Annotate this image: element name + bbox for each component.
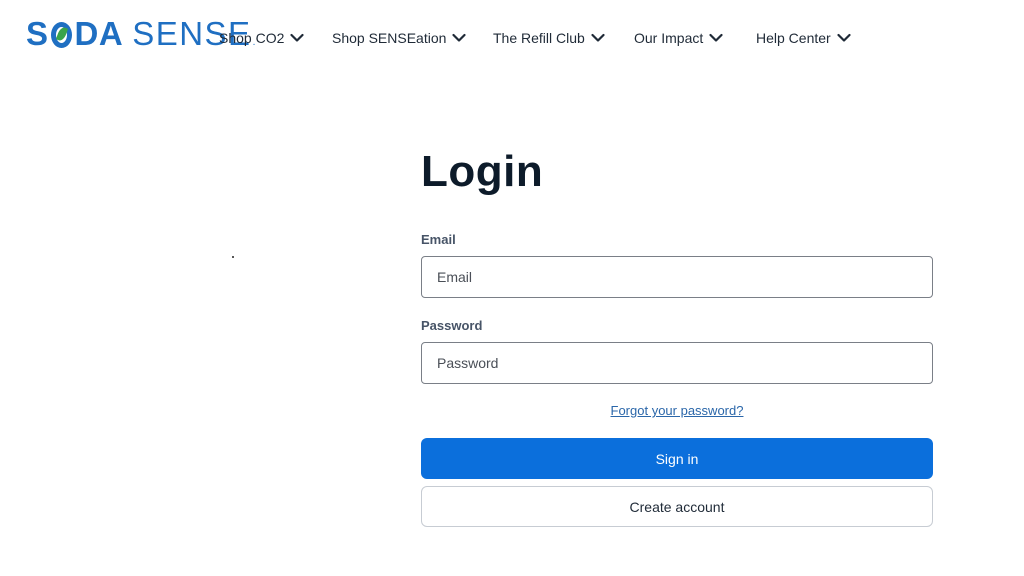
create-account-button[interactable]: Create account	[421, 486, 933, 527]
email-field[interactable]	[421, 256, 933, 298]
logo-letters-da: DA	[74, 14, 124, 52]
nav-item-label: The Refill Club	[493, 30, 585, 46]
nav-item-label: Help Center	[756, 30, 831, 46]
email-label: Email	[421, 232, 456, 247]
leaf-o-icon	[50, 19, 74, 49]
forgot-password-link[interactable]: Forgot your password?	[421, 403, 933, 418]
chevron-down-icon	[452, 33, 467, 43]
logo-letter-s: S	[26, 14, 49, 52]
nav-item-label: Shop CO2	[219, 30, 285, 46]
nav-item-label: Shop SENSEation	[332, 30, 447, 46]
logo-soda: S DA	[26, 14, 124, 52]
chevron-down-icon	[837, 33, 851, 43]
nav-item-refill-club[interactable]: The Refill Club	[493, 28, 605, 48]
login-header: Login	[421, 146, 933, 198]
nav-item-label: Our Impact	[634, 30, 704, 46]
sign-in-button[interactable]: Sign in	[421, 438, 933, 479]
chevron-down-icon	[290, 33, 304, 43]
nav-item-shop-co2[interactable]: Shop CO2	[219, 28, 304, 48]
password-label: Password	[421, 318, 483, 333]
nav-item-shop-senseation[interactable]: Shop SENSEation	[332, 28, 467, 48]
nav-item-help-center[interactable]: Help Center	[756, 28, 851, 48]
stray-dot	[232, 256, 234, 258]
page-title: Login	[421, 147, 544, 196]
chevron-down-icon	[591, 33, 605, 43]
site-header: S DA SENSE . Shop CO2 Shop SENSEation Th…	[0, 0, 1024, 76]
nav-item-our-impact[interactable]: Our Impact	[634, 28, 723, 48]
chevron-down-icon	[709, 33, 723, 43]
password-field[interactable]	[421, 342, 933, 384]
